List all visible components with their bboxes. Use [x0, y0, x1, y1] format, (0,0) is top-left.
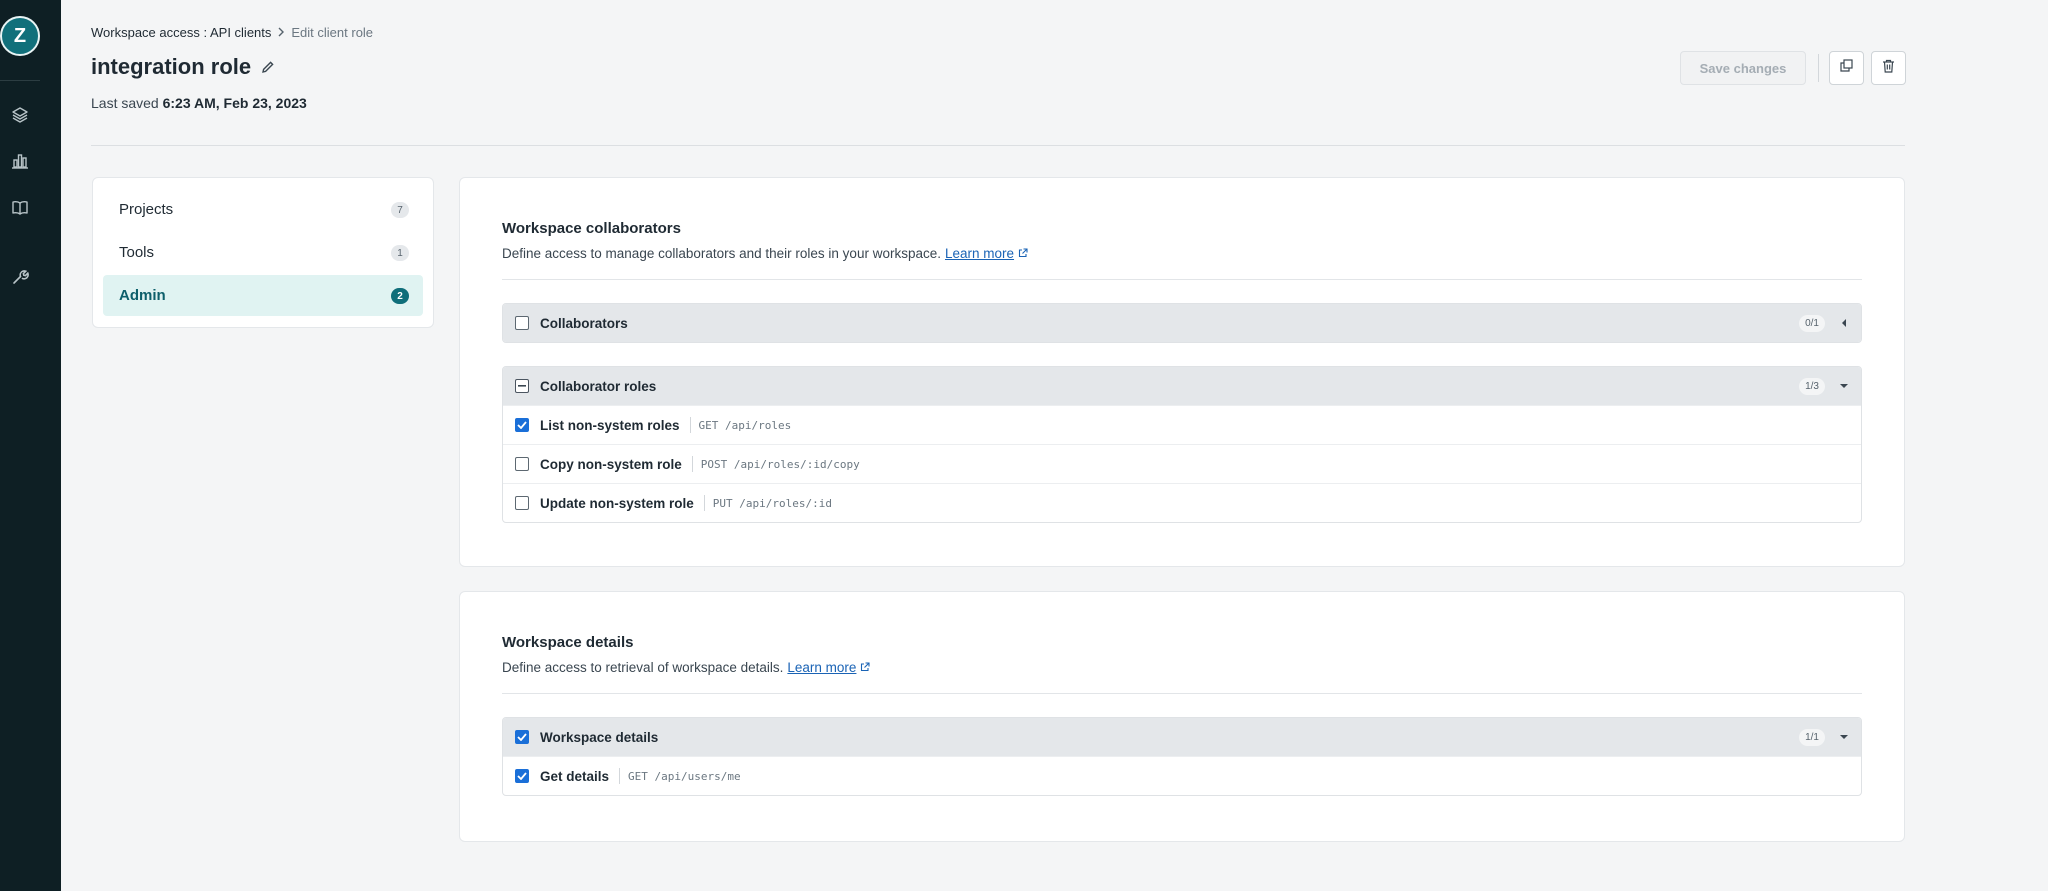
permission-checkbox[interactable]	[515, 457, 529, 471]
external-link-icon	[1018, 246, 1028, 261]
count-badge: 1	[391, 245, 409, 261]
section-description-text: Define access to manage collaborators an…	[502, 246, 941, 261]
permission-checkbox-checked[interactable]	[515, 418, 529, 432]
chevron-right-icon	[277, 25, 285, 40]
section-description-text: Define access to retrieval of workspace …	[502, 660, 784, 675]
caret-left-icon[interactable]	[1837, 316, 1851, 330]
category-item-tools[interactable]: Tools 1	[103, 232, 423, 273]
category-label: Admin	[119, 287, 166, 304]
caret-down-icon[interactable]	[1837, 379, 1851, 393]
breadcrumb: Workspace access : API clients Edit clie…	[91, 25, 373, 40]
breadcrumb-current: Edit client role	[291, 25, 374, 40]
last-saved-label: Last saved	[91, 95, 159, 111]
permission-row[interactable]: Copy non-system role POST /api/roles/:id…	[503, 444, 1861, 483]
group-checkbox-indeterminate[interactable]	[515, 379, 529, 393]
learn-more-link[interactable]: Learn more	[945, 246, 1014, 261]
last-saved-timestamp: 6:23 AM, Feb 23, 2023	[162, 95, 307, 111]
wrench-icon[interactable]	[9, 266, 31, 288]
section-title: Workspace details	[502, 634, 634, 651]
section-description: Define access to retrieval of workspace …	[502, 660, 1862, 675]
group-header[interactable]: Workspace details 1/1	[503, 718, 1861, 756]
endpoint-code: POST /api/roles/:id/copy	[691, 456, 860, 472]
learn-more-link[interactable]: Learn more	[787, 660, 856, 675]
category-label: Tools	[119, 244, 155, 261]
section-divider	[502, 693, 1862, 694]
external-link-icon	[860, 660, 870, 675]
duplicate-button[interactable]	[1829, 51, 1864, 85]
permission-group-workspace-details: Workspace details 1/1 Get details GET /a…	[502, 717, 1862, 796]
trash-icon	[1882, 59, 1895, 78]
count-badge: 7	[391, 202, 409, 218]
page-title: integration role	[91, 54, 252, 79]
bar-chart-icon[interactable]	[9, 150, 31, 172]
rail-divider	[0, 80, 40, 81]
page-title-row: integration role	[91, 54, 275, 80]
permission-count: 0/1	[1799, 315, 1825, 332]
permission-row[interactable]: Update non-system role PUT /api/roles/:i…	[503, 483, 1861, 522]
page-header: Workspace access : API clients Edit clie…	[91, 0, 1906, 146]
permission-row[interactable]: List non-system roles GET /api/roles	[503, 405, 1861, 444]
permission-label: Update non-system role	[540, 495, 694, 511]
category-item-projects[interactable]: Projects 7	[103, 189, 423, 230]
endpoint-code: PUT /api/roles/:id	[703, 495, 832, 511]
permission-label: Copy non-system role	[540, 456, 682, 472]
group-header[interactable]: Collaborator roles 1/3	[503, 367, 1861, 405]
category-label: Projects	[119, 201, 174, 218]
last-saved: Last saved 6:23 AM, Feb 23, 2023	[91, 95, 307, 111]
workspace-collaborators-card: Workspace collaborators Define access to…	[459, 177, 1905, 567]
count-badge: 2	[391, 288, 409, 304]
group-name: Collaborator roles	[540, 378, 657, 394]
category-nav: Projects 7 Tools 1 Admin 2	[92, 177, 434, 328]
permission-row[interactable]: Get details GET /api/users/me	[503, 756, 1861, 795]
book-icon[interactable]	[9, 197, 31, 219]
permission-group-collaborators: Collaborators 0/1	[502, 303, 1862, 343]
group-header[interactable]: Collaborators 0/1	[503, 304, 1861, 342]
breadcrumb-parent-link[interactable]: Workspace access : API clients	[91, 25, 271, 40]
pencil-icon[interactable]	[261, 54, 275, 80]
toolbar-divider	[1818, 54, 1819, 82]
copy-icon	[1840, 59, 1853, 77]
nav-rail: Z	[0, 0, 61, 891]
group-name: Workspace details	[540, 729, 659, 745]
workspace-avatar[interactable]: Z	[0, 16, 40, 56]
permission-checkbox-checked[interactable]	[515, 769, 529, 783]
permission-label: Get details	[540, 768, 610, 784]
save-changes-button[interactable]: Save changes	[1680, 51, 1806, 85]
section-description: Define access to manage collaborators an…	[502, 246, 1862, 261]
permission-count: 1/3	[1799, 378, 1825, 395]
section-divider	[502, 279, 1862, 280]
workspace-details-card: Workspace details Define access to retri…	[459, 591, 1905, 842]
endpoint-code: GET /api/roles	[689, 417, 791, 433]
delete-button[interactable]	[1871, 51, 1906, 85]
endpoint-code: GET /api/users/me	[619, 768, 741, 784]
group-name: Collaborators	[540, 315, 628, 331]
permission-label: List non-system roles	[540, 417, 680, 433]
group-checkbox-checked[interactable]	[515, 730, 529, 744]
category-item-admin[interactable]: Admin 2	[103, 275, 423, 316]
permission-group-collaborator-roles: Collaborator roles 1/3 List non-system r…	[502, 366, 1862, 523]
permission-checkbox[interactable]	[515, 496, 529, 510]
group-checkbox[interactable]	[515, 316, 529, 330]
caret-down-icon[interactable]	[1837, 730, 1851, 744]
permission-count: 1/1	[1799, 729, 1825, 746]
layers-icon[interactable]	[9, 104, 31, 126]
section-title: Workspace collaborators	[502, 220, 681, 237]
